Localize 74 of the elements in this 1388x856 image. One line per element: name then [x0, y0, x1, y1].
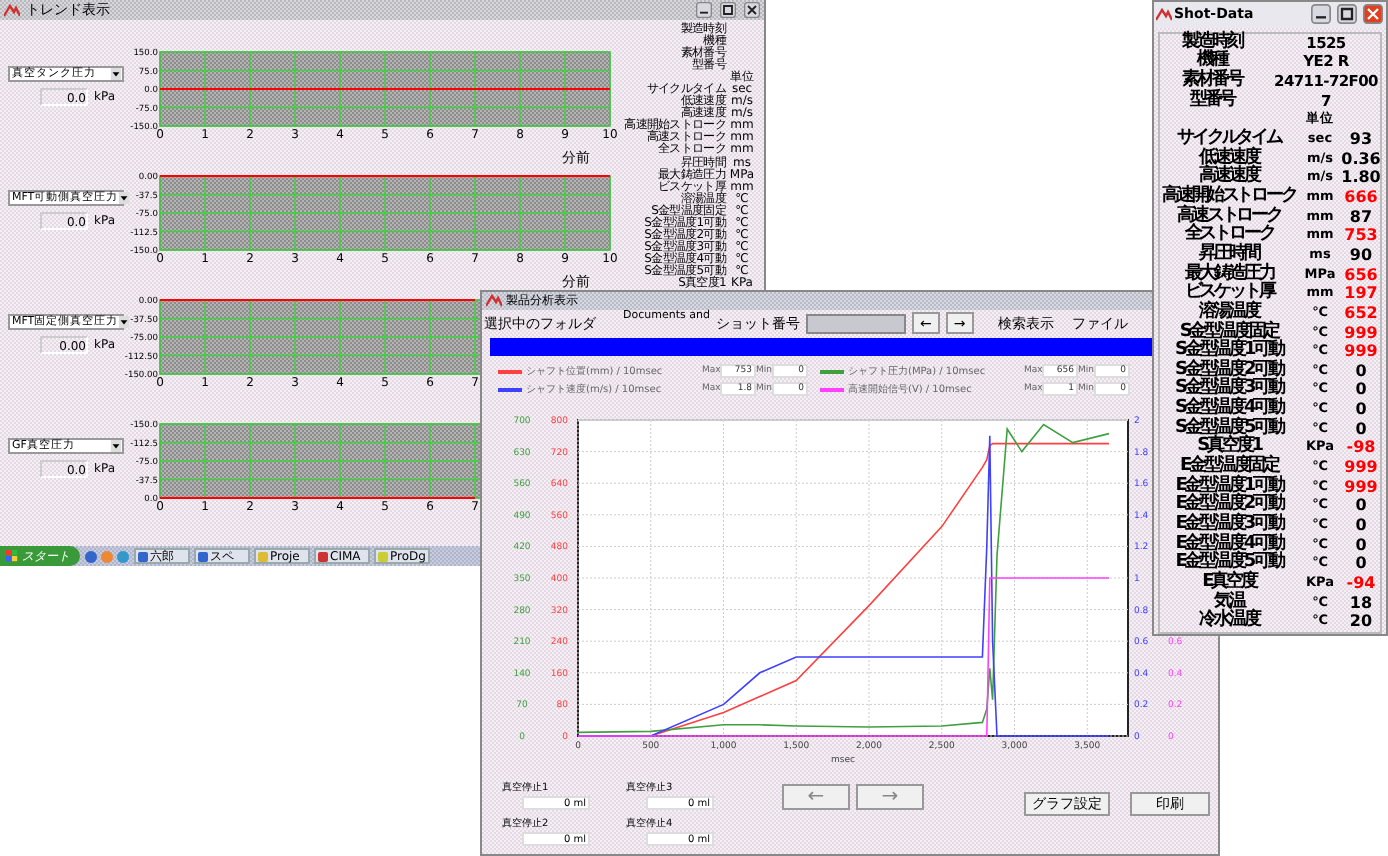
- field-value: 0: [1353, 496, 1369, 517]
- field-label: 機種: [1196, 52, 1228, 71]
- field-value: 90: [1347, 245, 1375, 266]
- caret-icon: [118, 316, 131, 328]
- field-label: S金型温度固定: [1179, 323, 1280, 341]
- field-label: E金型温度5可動: [1173, 554, 1286, 573]
- field-value: 656: [1342, 265, 1380, 285]
- field-value: 1.80: [1339, 168, 1383, 188]
- field-label: E金型温度4可動: [1173, 535, 1286, 554]
- field-label: 製造時刻: [1180, 33, 1245, 52]
- app-icon: [4, 3, 20, 17]
- field-label: S金型温度1可動: [1173, 342, 1286, 361]
- field-label: 昇圧時間: [1199, 245, 1260, 264]
- field-label: S金型温度5可動: [1173, 419, 1286, 438]
- field-value: 0: [1353, 535, 1369, 555]
- field-value: 0: [1353, 554, 1369, 575]
- caret-icon: [110, 440, 122, 452]
- maximize-button[interactable]: [1336, 4, 1358, 25]
- field-label: S金型温度4可動: [1173, 400, 1286, 419]
- field-label: 高速開始ストローク: [1160, 187, 1298, 206]
- field-label: 最大鋳造圧力: [1182, 265, 1277, 284]
- field-value: 87: [1347, 207, 1375, 227]
- minimize-button[interactable]: [696, 2, 712, 18]
- field-value: 999: [1342, 342, 1380, 362]
- shot-number-field[interactable]: [806, 313, 906, 333]
- window-icon: [318, 551, 328, 561]
- field-value: 0: [1353, 516, 1369, 536]
- field-value: 0: [1353, 419, 1369, 439]
- field-value: 93: [1347, 129, 1375, 150]
- field-label: ビスケット厚: [1182, 284, 1277, 303]
- field-value: 666: [1342, 187, 1380, 208]
- field-label: S金型温度3可動: [1173, 380, 1286, 399]
- field-label: E金型温度2可動: [1173, 496, 1286, 515]
- window-icon: [138, 551, 148, 561]
- field-value: 753: [1342, 226, 1380, 246]
- windows-flag-icon: [6, 550, 18, 562]
- field-label: 素材番号: [1180, 71, 1245, 90]
- maximize-button[interactable]: [720, 2, 736, 18]
- field-label: 高速ストローク: [1175, 207, 1283, 226]
- field-label: S金型温度2可動: [1173, 361, 1286, 380]
- close-button[interactable]: [744, 2, 760, 18]
- app-icon: [1156, 7, 1172, 22]
- field-value: 999: [1342, 458, 1380, 478]
- window-icon: [378, 551, 388, 561]
- field-label: S真空度1: [1197, 438, 1262, 457]
- caret-icon: [110, 68, 122, 80]
- field-value: 652: [1342, 303, 1380, 323]
- field-value: -98: [1344, 438, 1378, 459]
- field-label: 高速速度: [1199, 168, 1262, 187]
- caret-icon: [118, 192, 131, 204]
- field-value: 0: [1353, 400, 1369, 420]
- field-value: 999: [1342, 323, 1380, 343]
- field-label: E金型温度固定: [1178, 458, 1279, 477]
- field-label: E金型温度3可動: [1173, 516, 1286, 535]
- field-value: 18: [1347, 593, 1375, 613]
- field-label: 型番号: [1187, 91, 1238, 111]
- field-label: サイクルタイム: [1175, 129, 1284, 148]
- window-icon: [198, 551, 208, 561]
- field-value: 0: [1353, 380, 1369, 401]
- field-value: 20: [1347, 612, 1375, 632]
- field-label: 溶湯温度: [1199, 303, 1260, 322]
- app-icon: [486, 294, 502, 308]
- field-value: -94: [1344, 574, 1378, 594]
- field-value: 999: [1342, 477, 1380, 497]
- minimize-button[interactable]: [1310, 4, 1332, 25]
- field-value: 0: [1353, 361, 1369, 381]
- window-icon: [258, 551, 268, 561]
- field-label: E金型温度1可動: [1173, 477, 1286, 496]
- field-value: 0.36: [1339, 149, 1383, 169]
- field-label: E真空度: [1200, 574, 1259, 593]
- field-value: 197: [1342, 284, 1380, 304]
- field-label: 冷水温度: [1197, 612, 1262, 632]
- field-label: 気温: [1214, 593, 1245, 612]
- field-label: 全ストローク: [1182, 226, 1276, 245]
